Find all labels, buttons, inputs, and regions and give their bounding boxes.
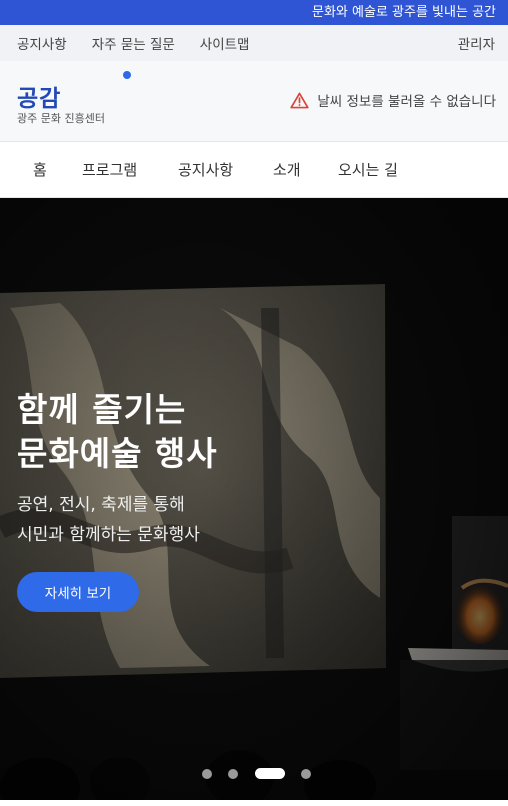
utility-bar: 공지사항 자주 묻는 질문 사이트맵 관리자 xyxy=(0,25,508,61)
slide-dot-1[interactable] xyxy=(202,769,212,779)
utility-link-sitemap[interactable]: 사이트맵 xyxy=(200,33,250,53)
utility-link-faq[interactable]: 자주 묻는 질문 xyxy=(92,33,175,53)
utility-link-notices[interactable]: 공지사항 xyxy=(17,33,67,53)
nav-item-programs[interactable]: 프로그램 xyxy=(82,159,137,180)
weather-message: 날씨 정보를 불러올 수 없습니다 xyxy=(317,94,496,110)
main-navigation: 홈 프로그램 공지사항 소개 오시는 길 xyxy=(0,142,508,198)
nav-item-directions[interactable]: 오시는 길 xyxy=(338,159,398,180)
learn-more-button[interactable]: 자세히 보기 xyxy=(17,572,139,612)
admin-link[interactable]: 관리자 xyxy=(458,33,495,53)
logo-dot-icon xyxy=(123,71,131,79)
nav-item-about[interactable]: 소개 xyxy=(273,159,301,180)
hero-description-line-2: 시민과 함께하는 문화행사 xyxy=(17,525,200,545)
site-logo-title[interactable]: 공감 xyxy=(17,79,61,113)
slide-dot-3[interactable] xyxy=(255,768,285,779)
hero-description: 공연, 전시, 축제를 통해 시민과 함께하는 문화행사 xyxy=(17,490,200,550)
weather-status: 날씨 정보를 불러올 수 없습니다 xyxy=(290,90,496,110)
slide-dot-4[interactable] xyxy=(301,769,311,779)
brand-header: 공감 광주 문화 진흥센터 날씨 정보를 불러올 수 없습니다 xyxy=(0,61,508,142)
warning-triangle-icon xyxy=(290,92,310,108)
hero-title: 함께 즐기는 문화예술 행사 xyxy=(17,388,218,476)
announcement-text: 문화와 예술로 광주를 빛내는 공간 xyxy=(312,5,496,20)
hero-title-line-2: 문화예술 행사 xyxy=(17,434,218,473)
slide-dot-2[interactable] xyxy=(228,769,238,779)
announcement-bar: 문화와 예술로 광주를 빛내는 공간 xyxy=(0,0,508,25)
hero-title-line-1: 함께 즐기는 xyxy=(17,390,187,429)
nav-item-home[interactable]: 홈 xyxy=(33,159,47,180)
nav-item-notices[interactable]: 공지사항 xyxy=(178,159,233,180)
page-bottom-edge xyxy=(0,800,508,806)
hero-description-line-1: 공연, 전시, 축제를 통해 xyxy=(17,495,185,515)
hero-banner: 함께 즐기는 문화예술 행사 공연, 전시, 축제를 통해 시민과 함께하는 문… xyxy=(0,198,508,800)
slider-pagination xyxy=(0,768,508,780)
site-logo-subtitle: 광주 문화 진흥센터 xyxy=(17,112,105,125)
